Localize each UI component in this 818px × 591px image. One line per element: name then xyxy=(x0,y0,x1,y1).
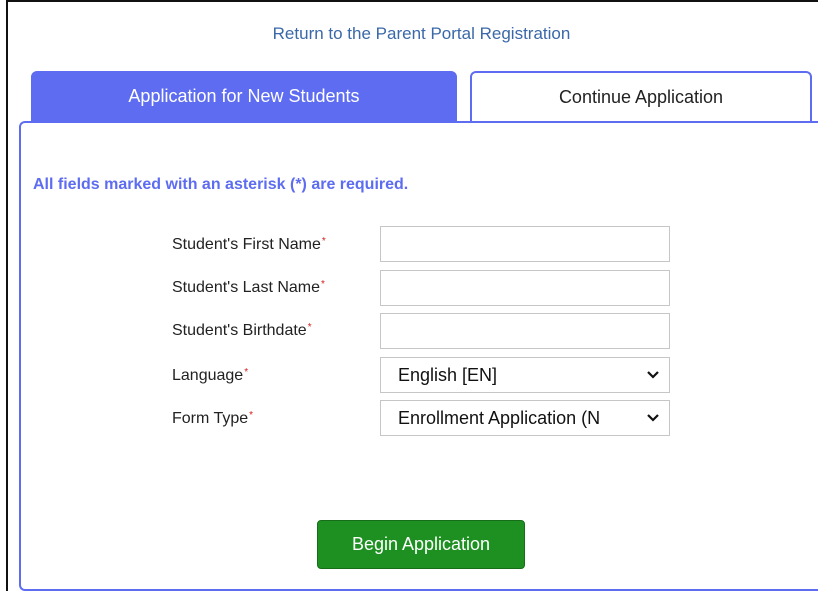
first-name-label-text: Student's First Name xyxy=(172,236,321,253)
form-type-label-text: Form Type xyxy=(172,410,249,427)
last-name-label-text: Student's Last Name xyxy=(172,279,321,296)
begin-application-button[interactable]: Begin Application xyxy=(317,520,525,569)
chevron-down-icon xyxy=(641,406,665,430)
last-name-label: Student's Last Name* xyxy=(172,279,325,297)
last-name-input[interactable] xyxy=(380,270,670,306)
required-asterisk: * xyxy=(321,236,326,247)
language-label-text: Language xyxy=(172,367,244,384)
chevron-down-icon xyxy=(641,363,665,387)
required-asterisk: * xyxy=(307,322,312,333)
required-asterisk: * xyxy=(321,279,325,290)
window-left-border xyxy=(6,0,8,591)
language-selected-value: English [EN] xyxy=(398,364,498,385)
first-name-input[interactable] xyxy=(380,226,670,262)
required-asterisk: * xyxy=(244,367,249,378)
birthdate-label-text: Student's Birthdate xyxy=(172,322,307,339)
required-fields-note: All fields marked with an asterisk (*) a… xyxy=(33,176,409,193)
tab-continue-application[interactable]: Continue Application xyxy=(470,71,812,121)
return-to-registration-link[interactable]: Return to the Parent Portal Registration xyxy=(0,24,818,44)
language-label: Language* xyxy=(172,367,248,385)
language-select[interactable]: English [EN] xyxy=(380,357,670,393)
first-name-label: Student's First Name* xyxy=(172,236,326,254)
form-type-label: Form Type* xyxy=(172,410,253,428)
form-type-select[interactable]: Enrollment Application (N xyxy=(380,400,670,436)
birthdate-input[interactable] xyxy=(380,313,670,349)
birthdate-label: Student's Birthdate* xyxy=(172,322,312,340)
window-top-border xyxy=(6,0,818,2)
required-asterisk: * xyxy=(249,410,254,421)
form-type-selected-value: Enrollment Application (N xyxy=(398,407,601,428)
tab-application-new-students[interactable]: Application for New Students xyxy=(31,71,457,121)
